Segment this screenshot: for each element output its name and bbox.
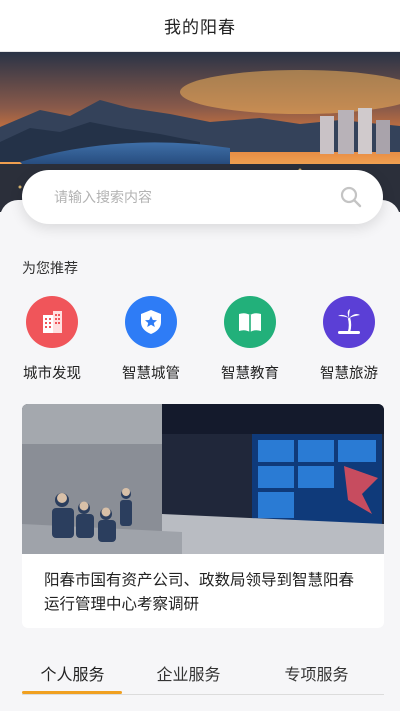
tab-divider [22,694,384,695]
tab-enterprise-services[interactable]: 企业服务 [122,661,255,685]
book-icon [224,296,276,348]
palm-tree-icon [323,296,375,348]
news-image [22,404,384,554]
search-input[interactable]: 请输入搜索内容 [54,187,339,207]
recommend-item-smart-tourism[interactable]: 智慧旅游 [299,296,399,383]
recommend-item-city-discovery[interactable]: 城市发现 [2,296,102,383]
recommend-item-smart-city-mgmt[interactable]: 智慧城管 [101,296,201,383]
news-headline[interactable]: 阳春市国有资产公司、政数局领导到智慧阳春运行管理中心考察调研 [22,554,384,616]
recommend-item-label: 城市发现 [23,366,81,382]
news-card[interactable]: 阳春市国有资产公司、政数局领导到智慧阳春运行管理中心考察调研 [22,404,384,628]
recommend-section-title: 为您推荐 [22,261,78,277]
recommend-item-label: 智慧城管 [122,366,180,382]
recommend-item-label: 智慧教育 [221,366,279,382]
tab-personal-services[interactable]: 个人服务 [6,661,139,685]
recommend-item-smart-education[interactable]: 智慧教育 [200,296,300,383]
search-icon[interactable] [339,185,363,209]
tab-special-services[interactable]: 专项服务 [250,661,383,685]
search-bar[interactable]: 请输入搜索内容 [22,170,383,224]
recommend-grid: 城市发现 智慧城管 智慧教育 智慧旅游 [0,296,400,386]
active-tab-indicator [22,691,122,694]
service-tabs: 个人服务 企业服务 专项服务 [0,652,400,696]
city-building-icon [26,296,78,348]
shield-star-icon [125,296,177,348]
top-bar: 我的阳春 [0,0,400,52]
page-title: 我的阳春 [164,18,236,38]
recommend-item-label: 智慧旅游 [320,366,378,382]
